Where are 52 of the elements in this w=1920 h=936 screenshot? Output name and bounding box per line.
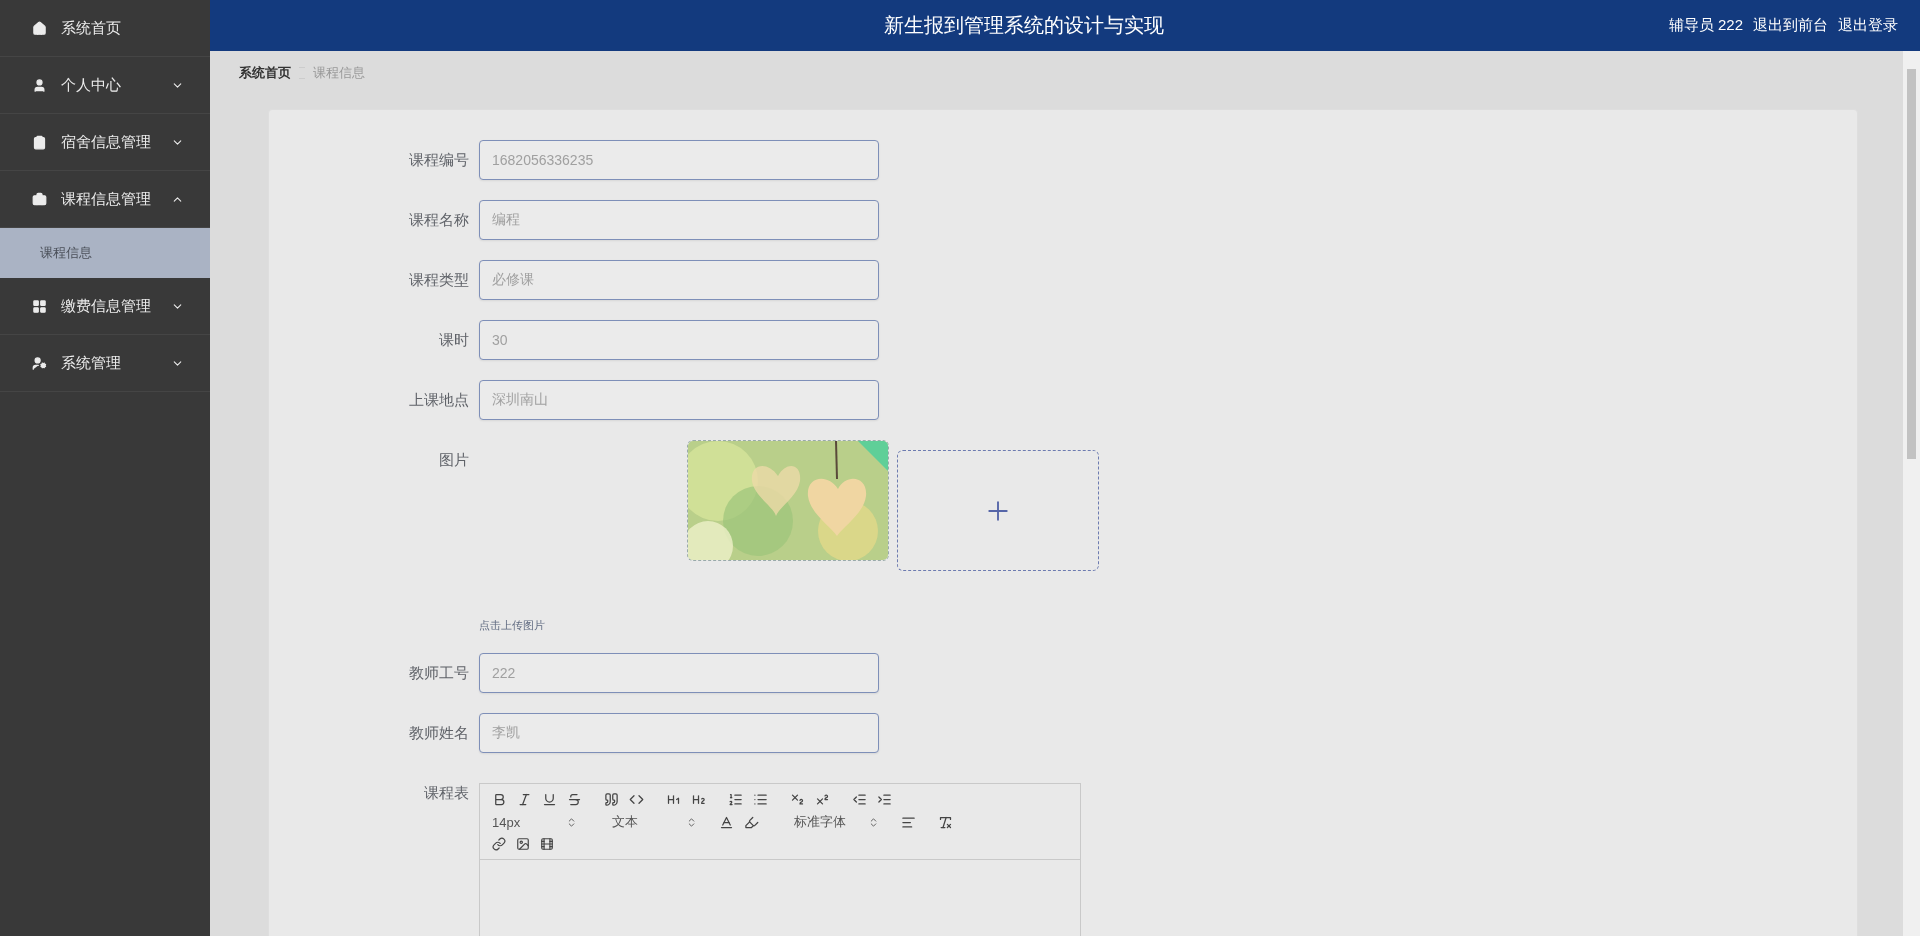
ordered-list-icon[interactable] (728, 792, 743, 807)
dropdown-arrows-icon (686, 816, 697, 828)
grid-icon (32, 298, 47, 314)
field-label: 课程类型 (408, 270, 470, 290)
header-link[interactable]: 退出到前台 (1753, 16, 1828, 35)
clipboard-icon (32, 134, 47, 150)
sidebar-subitem[interactable]: 课程信息 (0, 228, 210, 278)
heading-one-icon[interactable] (666, 792, 681, 807)
highlight-icon[interactable] (744, 814, 759, 830)
field-label: 课程名称 (408, 210, 470, 230)
user-name: 辅导员 222 (1668, 16, 1743, 35)
heading-two-icon[interactable] (691, 792, 706, 807)
field-label: 图片 (438, 450, 470, 470)
indent-icon[interactable] (877, 792, 892, 807)
field-label: 上课地点 (408, 390, 470, 410)
field-label: 课程表 (423, 783, 470, 803)
field-label: 课程编号 (408, 150, 470, 170)
bullet-list-icon[interactable] (753, 792, 768, 807)
align-left-icon[interactable] (901, 814, 916, 830)
subscript-icon[interactable] (790, 792, 805, 807)
image-icon[interactable] (516, 837, 530, 851)
font-color-icon[interactable] (719, 814, 734, 830)
quote-icon[interactable] (604, 792, 619, 807)
film-icon[interactable] (540, 837, 554, 851)
briefcase-icon (32, 191, 47, 207)
heading-select[interactable]: 文本 (612, 813, 697, 831)
italic-icon[interactable] (517, 792, 532, 807)
home-icon (32, 20, 47, 36)
code-icon[interactable] (629, 792, 644, 807)
scrollbar[interactable] (1903, 51, 1920, 936)
rich-text-editor[interactable]: 14px 文本 标准字体 (479, 783, 1081, 936)
strikethrough-icon[interactable] (567, 792, 582, 807)
font-select[interactable]: 标准字体 (794, 813, 879, 831)
field-label: 课时 (438, 330, 470, 350)
user-icon (32, 77, 47, 93)
breadcrumb-item: 课程信息 (313, 64, 365, 82)
user-icon (32, 355, 47, 371)
app-title: 新生报到管理系统的设计与实现 (883, 13, 1166, 38)
field-label: 教师姓名 (408, 723, 470, 743)
link-icon[interactable] (492, 837, 506, 851)
underline-icon[interactable] (542, 792, 557, 807)
dropdown-arrows-icon (868, 816, 879, 828)
dropdown-arrows-icon (566, 816, 577, 828)
field-label: 教师工号 (408, 663, 470, 683)
header-link[interactable]: 退出登录 (1838, 16, 1898, 35)
breadcrumb-item[interactable]: 系统首页 (239, 64, 291, 82)
size-select[interactable]: 14px (492, 814, 577, 830)
superscript-icon[interactable] (815, 792, 830, 807)
upload-hint: 点击上传图片 (479, 618, 546, 633)
outdent-icon[interactable] (852, 792, 867, 807)
bold-icon[interactable] (492, 792, 507, 807)
clear-format-icon[interactable] (938, 814, 953, 830)
